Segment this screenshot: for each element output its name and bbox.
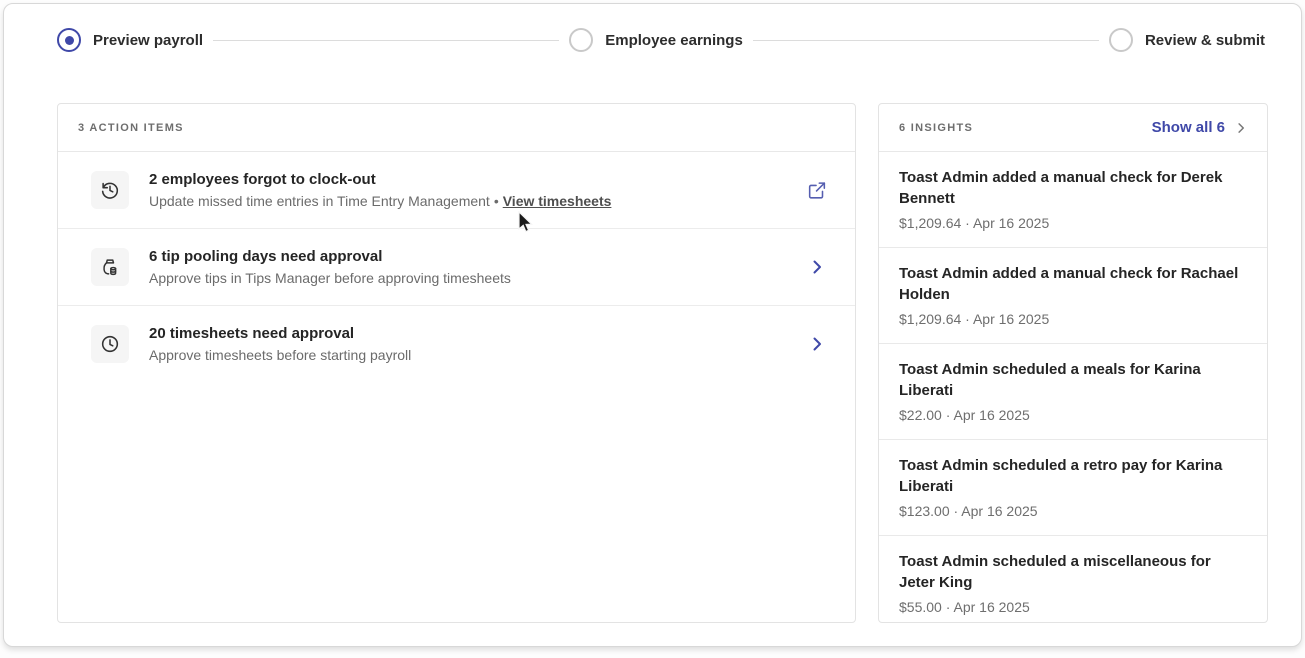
action-item-body: 20 timesheets need approval Approve time…	[149, 325, 783, 363]
show-all-insights-link[interactable]: Show all 6	[1152, 119, 1247, 136]
stepper-step-preview-payroll[interactable]: Preview payroll	[57, 28, 203, 52]
insight-meta: $55.00 · Apr 16 2025	[899, 599, 1247, 615]
insight-title: Toast Admin scheduled a miscellaneous fo…	[899, 551, 1247, 593]
step-label: Employee earnings	[605, 32, 743, 49]
chevron-right-icon	[1235, 122, 1247, 134]
insight-item[interactable]: Toast Admin added a manual check for Der…	[879, 152, 1267, 247]
action-item-description: Approve timesheets before starting payro…	[149, 347, 783, 363]
step-label: Review & submit	[1145, 32, 1265, 49]
insight-item[interactable]: Toast Admin scheduled a miscellaneous fo…	[879, 535, 1267, 631]
insight-title: Toast Admin added a manual check for Der…	[899, 167, 1247, 209]
insight-meta: $123.00 · Apr 16 2025	[899, 503, 1247, 519]
step-radio-icon	[569, 28, 593, 52]
action-item-description: Approve tips in Tips Manager before appr…	[149, 270, 783, 286]
chevron-right-icon[interactable]	[803, 336, 831, 352]
stepper-connector	[213, 40, 559, 41]
action-item-title: 2 employees forgot to clock-out	[149, 171, 783, 188]
history-clock-icon	[91, 171, 129, 209]
insights-header: 6 Insights Show all 6	[879, 104, 1267, 152]
action-item-description: Update missed time entries in Time Entry…	[149, 193, 783, 209]
show-all-label: Show all 6	[1152, 119, 1225, 136]
step-radio-icon	[1109, 28, 1133, 52]
action-item-body: 2 employees forgot to clock-out Update m…	[149, 171, 783, 209]
action-item-title: 20 timesheets need approval	[149, 325, 783, 342]
action-item-tip-pooling[interactable]: 6 tip pooling days need approval Approve…	[58, 228, 855, 305]
insights-header-label: 6 Insights	[899, 122, 973, 134]
insights-card: 6 Insights Show all 6 Toast Admin added …	[878, 103, 1268, 623]
tip-jar-icon	[91, 248, 129, 286]
bullet-separator: •	[494, 193, 499, 209]
stepper-step-employee-earnings[interactable]: Employee earnings	[569, 28, 743, 52]
action-items-card: 3 Action items 2 employees forgot to clo…	[57, 103, 856, 623]
insight-item[interactable]: Toast Admin added a manual check for Rac…	[879, 247, 1267, 343]
insight-item[interactable]: Toast Admin scheduled a retro pay for Ka…	[879, 439, 1267, 535]
clock-icon	[91, 325, 129, 363]
action-item-timesheets[interactable]: 20 timesheets need approval Approve time…	[58, 305, 855, 382]
step-radio-icon	[57, 28, 81, 52]
view-timesheets-link[interactable]: View timesheets	[503, 193, 612, 209]
stepper-connector	[753, 40, 1099, 41]
insight-title: Toast Admin scheduled a retro pay for Ka…	[899, 455, 1247, 497]
insight-item[interactable]: Toast Admin scheduled a meals for Karina…	[879, 343, 1267, 439]
action-items-header-label: 3 Action items	[78, 122, 184, 134]
external-link-icon[interactable]	[803, 179, 831, 201]
step-label: Preview payroll	[93, 32, 203, 49]
action-item-title: 6 tip pooling days need approval	[149, 248, 783, 265]
stepper-step-review-submit[interactable]: Review & submit	[1109, 28, 1265, 52]
action-item-clock-out[interactable]: 2 employees forgot to clock-out Update m…	[58, 152, 855, 228]
insight-title: Toast Admin scheduled a meals for Karina…	[899, 359, 1247, 401]
chevron-right-icon[interactable]	[803, 259, 831, 275]
payroll-stepper: Preview payroll Employee earnings Review…	[57, 28, 1265, 52]
insight-meta: $1,209.64 · Apr 16 2025	[899, 311, 1247, 327]
action-items-header: 3 Action items	[58, 104, 855, 152]
insight-title: Toast Admin added a manual check for Rac…	[899, 263, 1247, 305]
insight-meta: $22.00 · Apr 16 2025	[899, 407, 1247, 423]
action-item-body: 6 tip pooling days need approval Approve…	[149, 248, 783, 286]
insight-meta: $1,209.64 · Apr 16 2025	[899, 215, 1247, 231]
